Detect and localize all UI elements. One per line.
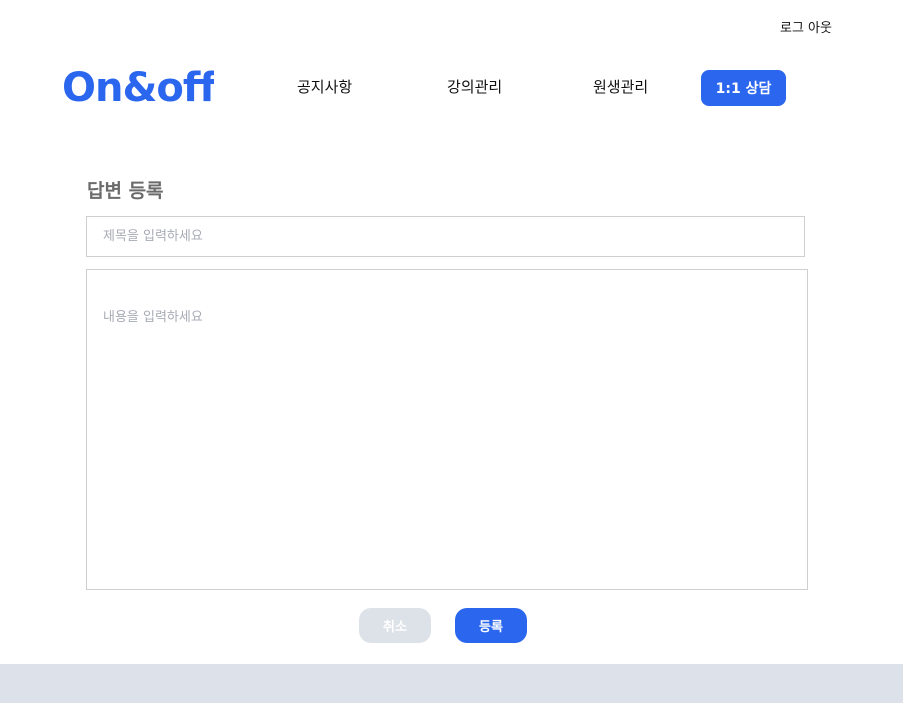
- nav-students[interactable]: 원생관리: [593, 76, 648, 97]
- cancel-button[interactable]: 취소: [359, 608, 431, 643]
- nav-consult-label: 1:1 상담: [715, 81, 772, 97]
- footer: [0, 664, 903, 703]
- nav-notice[interactable]: 공지사항: [297, 76, 352, 97]
- nav-lectures[interactable]: 강의관리: [447, 76, 502, 97]
- submit-button[interactable]: 등록: [455, 608, 527, 643]
- logo-text: On&off: [62, 65, 214, 108]
- page-title: 답변 등록: [87, 180, 164, 202]
- logout-link[interactable]: 로그 아웃: [780, 17, 832, 36]
- logo-wordmark: On&off: [62, 65, 218, 111]
- title-input[interactable]: [86, 216, 805, 257]
- content-textarea[interactable]: [86, 269, 808, 590]
- on-and-off-logo[interactable]: On&off: [62, 62, 218, 111]
- nav-consult-active[interactable]: 1:1 상담: [701, 70, 786, 106]
